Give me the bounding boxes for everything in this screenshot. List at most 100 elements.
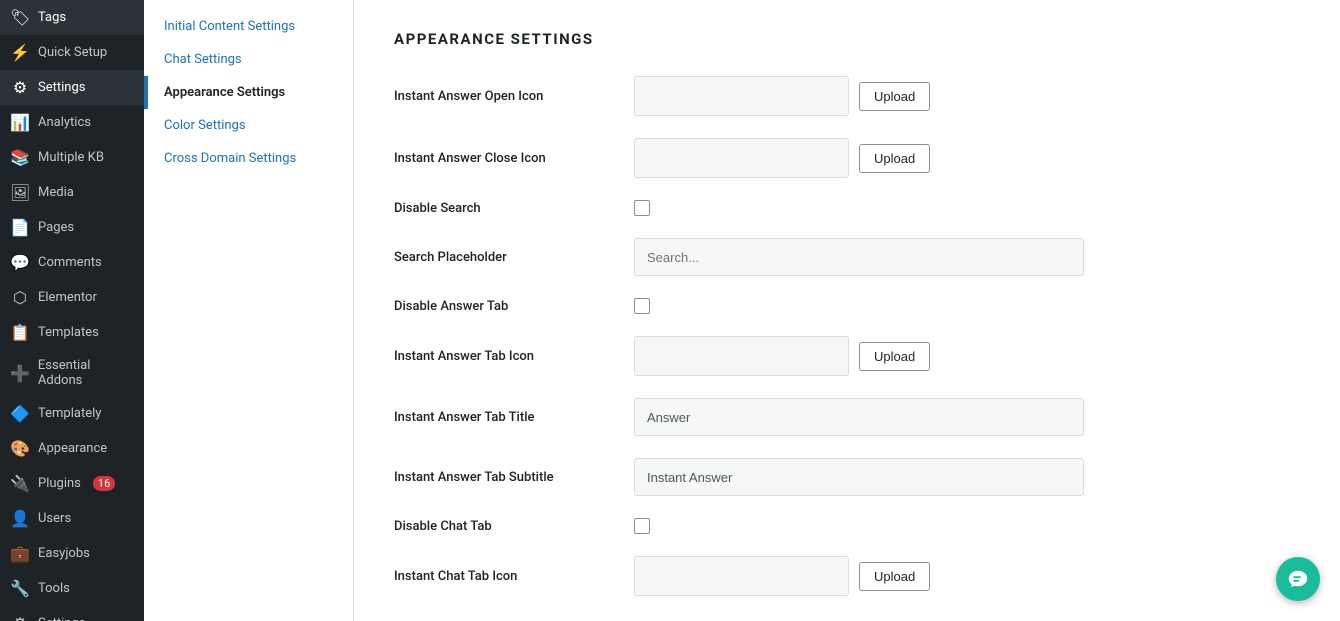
field-answer-tab-subtitle: Instant Answer Tab Subtitle [394, 458, 1300, 496]
settings2-icon: ⚙ [10, 614, 30, 621]
sidebar-item-label: Settings [38, 80, 85, 95]
field-open-icon: Instant Answer Open Icon Upload [394, 76, 1300, 116]
sidebar-item-label: Users [38, 511, 71, 526]
submenu-cross-domain[interactable]: Cross Domain Settings [144, 142, 353, 175]
main-content: APPEARANCE SETTINGS Instant Answer Open … [354, 0, 1340, 621]
analytics-icon: 📊 [10, 113, 30, 132]
sidebar-item-users[interactable]: 👤 Users [0, 501, 144, 536]
sidebar-item-label: Templately [38, 406, 101, 421]
field-label-answer-tab-icon: Instant Answer Tab Icon [394, 349, 614, 364]
sidebar-item-settings2[interactable]: ⚙ Settings [0, 606, 144, 621]
sidebar-item-label: Comments [38, 255, 102, 270]
sidebar-item-label: Appearance [38, 441, 107, 456]
sidebar-item-label: Settings [38, 616, 85, 621]
sidebar-item-tools[interactable]: 🔧 Tools [0, 571, 144, 606]
submenu-chat-settings[interactable]: Chat Settings [144, 43, 353, 76]
sidebar-item-multiple-kb[interactable]: 📚 Multiple KB [0, 140, 144, 175]
sidebar-item-pages[interactable]: 📄 Pages [0, 210, 144, 245]
submenu-initial-content[interactable]: Initial Content Settings [144, 10, 353, 43]
sidebar-item-label: Essential Addons [38, 358, 134, 388]
open-icon-upload-button[interactable]: Upload [859, 82, 930, 111]
submenu-color-settings[interactable]: Color Settings [144, 109, 353, 142]
field-disable-chat-tab: Disable Chat Tab [394, 518, 1300, 534]
field-control-search-placeholder [634, 238, 1084, 276]
sidebar-item-label: Quick Setup [38, 45, 107, 60]
essential-addons-icon: ➕ [10, 364, 30, 383]
sidebar-item-media[interactable]: 🖼 Media [0, 175, 144, 210]
sidebar-item-appearance[interactable]: 🎨 Appearance [0, 431, 144, 466]
field-chat-tab-icon: Instant Chat Tab Icon Upload [394, 556, 1300, 596]
sidebar-item-label: Elementor [38, 290, 97, 305]
appearance-icon: 🎨 [10, 439, 30, 458]
field-label-disable-search: Disable Search [394, 201, 614, 216]
chat-bubble-icon [1287, 568, 1309, 590]
tools-icon: 🔧 [10, 579, 30, 598]
easyjobs-icon: 💼 [10, 544, 30, 563]
sidebar-item-analytics[interactable]: 📊 Analytics [0, 105, 144, 140]
answer-tab-subtitle-input[interactable] [634, 458, 1084, 496]
templates-icon: 📋 [10, 323, 30, 342]
sidebar-item-label: Media [38, 185, 74, 200]
field-disable-search: Disable Search [394, 200, 1300, 216]
sidebar-item-tags[interactable]: 🏷 Tags [0, 0, 144, 35]
field-disable-answer-tab: Disable Answer Tab [394, 298, 1300, 314]
media-icon: 🖼 [10, 183, 30, 202]
plugins-badge: 16 [93, 476, 115, 491]
field-control-answer-tab-icon: Upload [634, 336, 930, 376]
answer-tab-icon-upload-button[interactable]: Upload [859, 342, 930, 371]
field-control-disable-search [634, 200, 650, 216]
field-control-close-icon: Upload [634, 138, 930, 178]
templately-icon: 🔷 [10, 404, 30, 423]
sidebar-item-templates[interactable]: 📋 Templates [0, 315, 144, 350]
page-title: APPEARANCE SETTINGS [394, 30, 1300, 48]
field-label-close-icon: Instant Answer Close Icon [394, 151, 614, 166]
sidebar-item-label: Tools [38, 581, 70, 596]
field-label-chat-tab-icon: Instant Chat Tab Icon [394, 569, 614, 584]
field-control-chat-tab-icon: Upload [634, 556, 930, 596]
field-answer-tab-icon: Instant Answer Tab Icon Upload [394, 336, 1300, 376]
close-icon-upload-box [634, 138, 849, 178]
plugins-icon: 🔌 [10, 474, 30, 493]
chat-tab-icon-upload-box [634, 556, 849, 596]
disable-answer-tab-checkbox[interactable] [634, 298, 650, 314]
field-label-disable-chat-tab: Disable Chat Tab [394, 519, 614, 534]
sidebar: 🏷 Tags ⚡ Quick Setup ⚙ Settings 📊 Analyt… [0, 0, 144, 621]
search-placeholder-input[interactable] [634, 238, 1084, 276]
sidebar-item-label: Templates [38, 325, 99, 340]
sidebar-item-label: Tags [38, 10, 66, 25]
sidebar-item-label: Multiple KB [38, 150, 104, 165]
sidebar-item-label: Easyjobs [38, 546, 90, 561]
field-control-disable-answer-tab [634, 298, 650, 314]
tags-icon: 🏷 [10, 8, 30, 27]
submenu-appearance-settings[interactable]: Appearance Settings [144, 76, 353, 109]
comments-icon: 💬 [10, 253, 30, 272]
field-label-answer-tab-title: Instant Answer Tab Title [394, 410, 614, 425]
field-control-answer-tab-title [634, 398, 1084, 436]
sidebar-item-easyjobs[interactable]: 💼 Easyjobs [0, 536, 144, 571]
field-answer-tab-title: Instant Answer Tab Title [394, 398, 1300, 436]
sidebar-item-plugins[interactable]: 🔌 Plugins 16 [0, 466, 144, 501]
sidebar-item-comments[interactable]: 💬 Comments [0, 245, 144, 280]
field-label-disable-answer-tab: Disable Answer Tab [394, 299, 614, 314]
multiple-kb-icon: 📚 [10, 148, 30, 167]
answer-tab-title-input[interactable] [634, 398, 1084, 436]
sidebar-item-elementor[interactable]: ⬡ Elementor [0, 280, 144, 315]
field-label-open-icon: Instant Answer Open Icon [394, 89, 614, 104]
sidebar-item-templately[interactable]: 🔷 Templately [0, 396, 144, 431]
sidebar-item-essential-addons[interactable]: ➕ Essential Addons [0, 350, 144, 396]
answer-tab-icon-upload-box [634, 336, 849, 376]
chat-tab-icon-upload-button[interactable]: Upload [859, 562, 930, 591]
users-icon: 👤 [10, 509, 30, 528]
sidebar-item-quick-setup[interactable]: ⚡ Quick Setup [0, 35, 144, 70]
disable-search-checkbox[interactable] [634, 200, 650, 216]
submenu-panel: Initial Content Settings Chat Settings A… [144, 0, 354, 621]
field-label-answer-tab-subtitle: Instant Answer Tab Subtitle [394, 470, 614, 485]
disable-chat-tab-checkbox[interactable] [634, 518, 650, 534]
field-search-placeholder: Search Placeholder [394, 238, 1300, 276]
sidebar-item-label: Plugins [38, 476, 81, 491]
elementor-icon: ⬡ [10, 288, 30, 307]
close-icon-upload-button[interactable]: Upload [859, 144, 930, 173]
pages-icon: 📄 [10, 218, 30, 237]
sidebar-item-settings[interactable]: ⚙ Settings [0, 70, 144, 105]
chat-bubble[interactable] [1276, 557, 1320, 601]
